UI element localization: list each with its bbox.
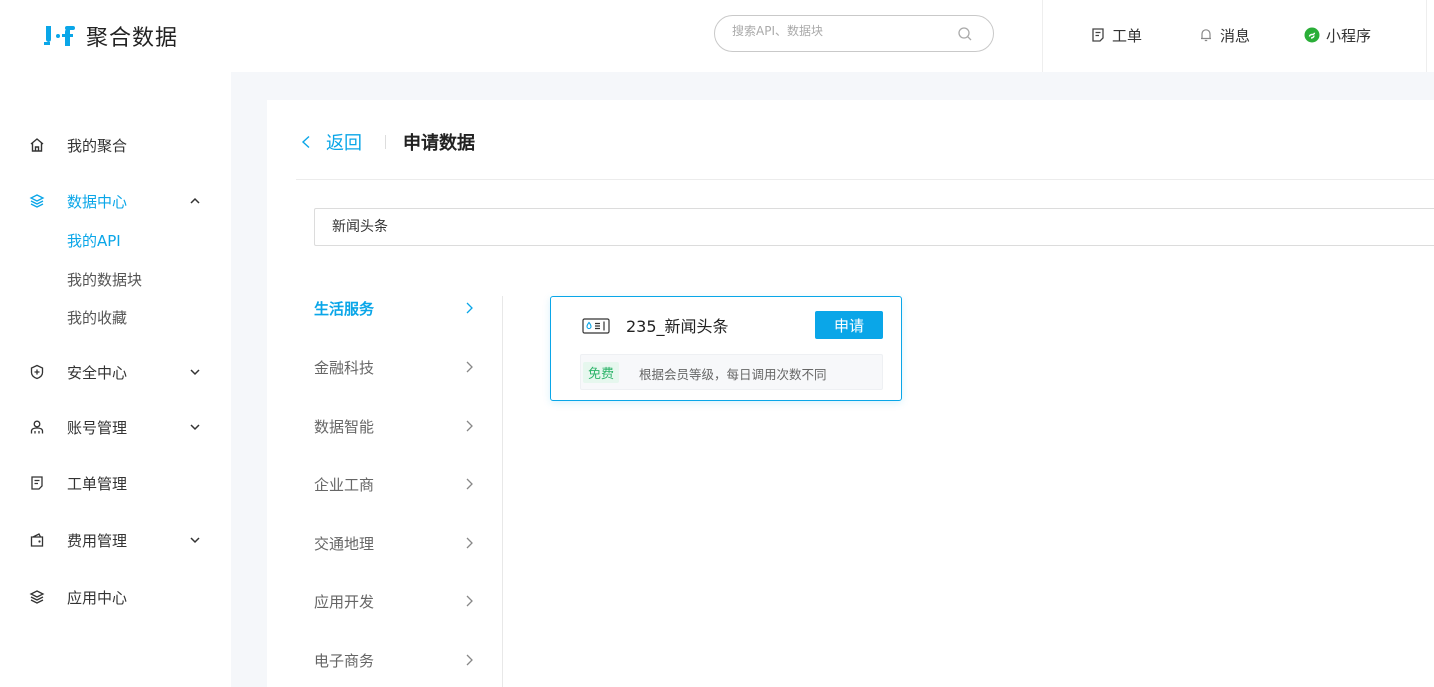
miniprogram-label: 小程序: [1326, 26, 1372, 45]
free-badge: 免费: [583, 362, 620, 383]
message-button[interactable]: 消息: [1198, 24, 1250, 46]
sidebar: 聚合数据 我的聚合 数据中心 我的API 我的数据块 我的收藏 安全中心 账号管…: [0, 0, 231, 687]
logo-text: 聚合数据: [86, 26, 179, 51]
category-divider: [502, 296, 503, 687]
divider: [1042, 0, 1043, 72]
sidebar-item-label: 数据中心: [67, 192, 128, 211]
miniprogram-button[interactable]: 小程序: [1304, 24, 1371, 46]
ticket-button[interactable]: 工单: [1090, 24, 1142, 46]
category-label: 生活服务: [314, 300, 375, 318]
category-label: 数据智能: [314, 418, 375, 436]
search-input[interactable]: [732, 24, 942, 38]
api-card-icon: [582, 318, 610, 334]
shield-icon: [28, 363, 46, 381]
divider: [1426, 0, 1427, 72]
back-button[interactable]: 返回: [300, 129, 362, 155]
page-title: 申请数据: [403, 133, 475, 154]
search-icon[interactable]: [957, 26, 973, 42]
chevron-left-icon: [301, 135, 310, 149]
category-item-ecommerce[interactable]: 电子商务: [314, 646, 484, 676]
category-label: 电子商务: [314, 652, 375, 670]
ticket-label: 工单: [1112, 26, 1143, 45]
api-card-info: 免费 根据会员等级，每日调用次数不同: [580, 354, 883, 390]
sidebar-item-data-center[interactable]: 数据中心: [0, 181, 231, 221]
apply-button[interactable]: 申请: [815, 311, 883, 339]
chevron-right-icon: [466, 302, 473, 314]
sidebar-subitem-my-datablock[interactable]: 我的数据块: [67, 269, 142, 290]
api-card-title: 235_新闻头条: [626, 317, 729, 336]
sidebar-subitem-my-api[interactable]: 我的API: [67, 230, 121, 251]
keyword-input[interactable]: [332, 218, 932, 234]
sidebar-item-tickets[interactable]: 工单管理: [0, 463, 231, 503]
sidebar-item-billing[interactable]: 费用管理: [0, 520, 231, 560]
category-label: 企业工商: [314, 476, 375, 494]
keyword-field: [314, 208, 1434, 246]
logo-icon: [44, 22, 78, 50]
api-card-description: 根据会员等级，每日调用次数不同: [639, 367, 827, 382]
sidebar-subitem-my-favorites[interactable]: 我的收藏: [67, 307, 127, 328]
chevron-right-icon: [466, 361, 473, 373]
sidebar-item-security[interactable]: 安全中心: [0, 352, 231, 392]
sidebar-item-label: 安全中心: [67, 363, 128, 382]
logo[interactable]: 聚合数据: [44, 20, 178, 52]
chevron-right-icon: [466, 420, 473, 432]
back-label: 返回: [326, 133, 362, 154]
category-label: 交通地理: [314, 535, 375, 553]
chevron-up-icon: [190, 197, 200, 204]
category-item-transport-geo[interactable]: 交通地理: [314, 529, 484, 559]
category-item-life-services[interactable]: 生活服务: [314, 294, 484, 324]
category-item-fintech[interactable]: 金融科技: [314, 353, 484, 383]
chevron-down-icon: [190, 424, 200, 431]
sidebar-item-label: 费用管理: [67, 531, 128, 550]
sidebar-item-label: 工单管理: [67, 474, 128, 493]
category-label: 金融科技: [314, 359, 375, 377]
miniprogram-icon: [1304, 27, 1320, 43]
chevron-down-icon: [190, 537, 200, 544]
title-divider: [296, 179, 1434, 180]
category-item-data-intelligence[interactable]: 数据智能: [314, 412, 484, 442]
layers-icon: [28, 192, 46, 210]
user-icon: [28, 418, 46, 436]
category-label: 应用开发: [314, 593, 375, 611]
title-separator: [385, 135, 386, 149]
sidebar-item-label: 账号管理: [67, 418, 128, 437]
ticket-icon: [1092, 28, 1104, 42]
ticket-icon: [28, 474, 46, 492]
bell-icon: [1201, 29, 1211, 42]
wallet-icon: [28, 531, 46, 549]
sidebar-item-account[interactable]: 账号管理: [0, 407, 231, 447]
category-item-app-dev[interactable]: 应用开发: [314, 587, 484, 617]
message-label: 消息: [1220, 26, 1251, 45]
chevron-right-icon: [466, 478, 473, 490]
sidebar-item-my-juhe[interactable]: 我的聚合: [0, 125, 231, 165]
chevron-right-icon: [466, 595, 473, 607]
sidebar-item-label: 应用中心: [67, 588, 128, 607]
category-item-enterprise[interactable]: 企业工商: [314, 470, 484, 500]
search-box: [714, 15, 994, 52]
chevron-right-icon: [466, 654, 473, 666]
chevron-down-icon: [190, 369, 200, 376]
layers-icon: [28, 588, 46, 606]
api-card[interactable]: 235_新闻头条 申请 免费 根据会员等级，每日调用次数不同: [550, 296, 902, 401]
top-header: 工单 消息 小程序: [231, 0, 1434, 72]
chevron-right-icon: [466, 537, 473, 549]
home-icon: [28, 136, 46, 154]
sidebar-item-label: 我的聚合: [67, 136, 128, 155]
sidebar-item-app-center[interactable]: 应用中心: [0, 577, 231, 617]
